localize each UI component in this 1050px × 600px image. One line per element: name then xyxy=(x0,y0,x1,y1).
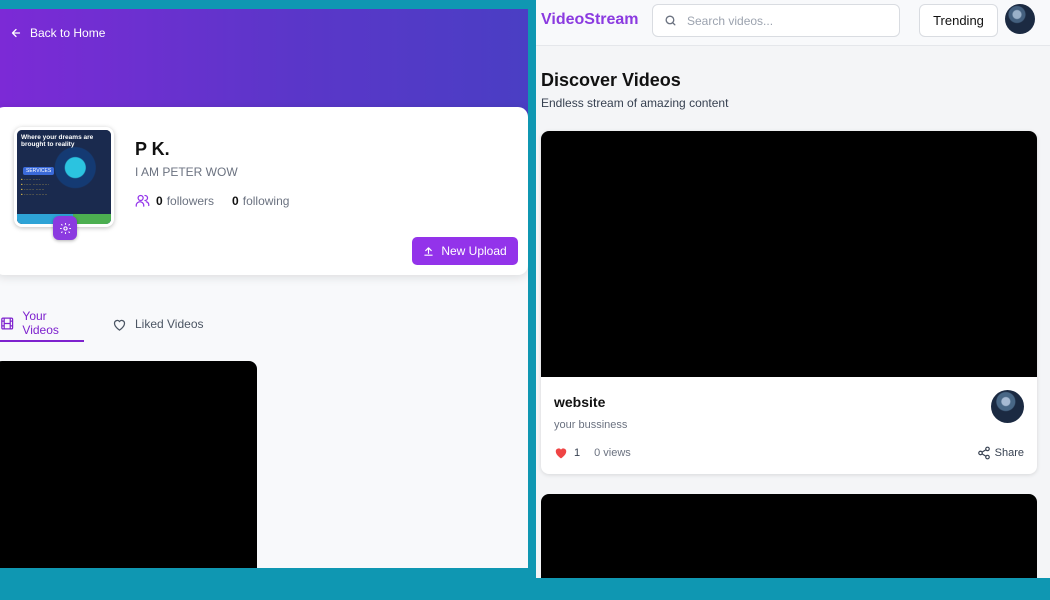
upload-icon xyxy=(424,246,434,256)
next-video-card[interactable] xyxy=(541,494,1037,578)
profile-card: Where your dreams are brought to reality… xyxy=(0,107,528,275)
gear-icon xyxy=(59,222,71,234)
avatar-tagline: Where your dreams are brought to reality xyxy=(21,134,94,148)
discover-panel: VideoStream Trending Discover Videos End… xyxy=(536,0,1050,578)
heart-icon xyxy=(113,319,126,331)
following-label[interactable]: following xyxy=(243,194,290,208)
video-card: website your bussiness 1 0 views Share xyxy=(541,131,1037,474)
profile-avatar[interactable]: Where your dreams are brought to reality… xyxy=(14,127,114,227)
video-title[interactable]: website xyxy=(554,394,605,410)
new-upload-label: New Upload xyxy=(441,244,507,258)
page-title: Discover Videos xyxy=(541,70,681,90)
avatar-service-list: • ····· ····· • ····· ··········· • ······… xyxy=(21,177,50,197)
users-icon xyxy=(135,194,150,207)
new-upload-button[interactable]: New Upload xyxy=(412,237,518,265)
like-heart-icon[interactable] xyxy=(554,446,568,459)
profile-bio: I AM PETER WOW xyxy=(135,165,238,179)
film-icon xyxy=(1,316,14,330)
edit-profile-settings-button[interactable] xyxy=(53,216,77,240)
search-box xyxy=(652,4,900,37)
tab-your-videos[interactable]: Your Videos xyxy=(0,306,84,342)
trending-button[interactable]: Trending xyxy=(919,4,998,37)
page-subtitle: Endless stream of amazing content xyxy=(541,96,729,110)
like-count: 1 xyxy=(574,446,581,459)
share-icon xyxy=(977,446,990,460)
followers-label[interactable]: followers xyxy=(167,194,214,208)
avatar-services-label: SERVICES xyxy=(23,167,55,175)
profile-stats: 0 followers 0 following xyxy=(135,193,289,208)
arrow-left-icon xyxy=(11,28,21,38)
avatar-footer-bar-green xyxy=(73,214,111,224)
followers-count: 0 xyxy=(156,193,163,208)
back-to-home-label: Back to Home xyxy=(30,26,106,40)
video-player[interactable] xyxy=(541,131,1037,377)
view-count: 0 views xyxy=(594,446,631,459)
search-icon xyxy=(665,15,676,26)
profile-tabs: Your Videos Liked Videos xyxy=(0,306,528,343)
brand-logo[interactable]: VideoStream xyxy=(541,11,639,29)
profile-name: P K. xyxy=(135,139,170,159)
share-button[interactable]: Share xyxy=(977,446,1024,460)
tab-liked-videos-label: Liked Videos xyxy=(135,317,204,331)
tab-your-videos-label: Your Videos xyxy=(22,309,59,337)
top-navigation-bar: VideoStream Trending xyxy=(536,0,1050,46)
video-meta: 1 0 views xyxy=(554,446,631,459)
tab-liked-videos[interactable]: Liked Videos xyxy=(112,306,204,342)
video-author-avatar[interactable] xyxy=(991,390,1024,423)
back-to-home-link[interactable]: Back to Home xyxy=(10,26,105,40)
profile-panel: Back to Home Where your dreams are broug… xyxy=(0,9,528,568)
user-video-thumbnail[interactable] xyxy=(0,361,257,568)
user-avatar[interactable] xyxy=(1005,4,1035,34)
avatar-image: Where your dreams are brought to reality… xyxy=(17,130,111,224)
share-label: Share xyxy=(994,447,1024,459)
video-description: your bussiness xyxy=(554,419,628,431)
search-input[interactable] xyxy=(687,13,887,28)
following-count: 0 xyxy=(232,193,239,208)
